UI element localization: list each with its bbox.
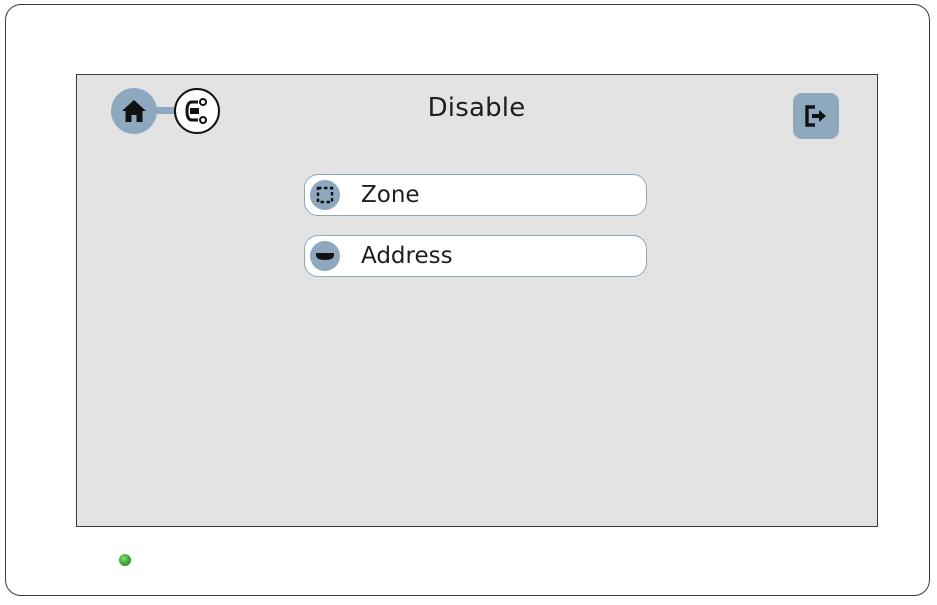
zone-dashed-square-icon [310,180,340,210]
menu-item-label: Address [361,243,453,269]
exit-button[interactable] [793,93,839,139]
exit-icon [805,105,826,127]
power-led-icon [119,554,131,566]
menu-item-zone[interactable]: Zone [304,174,647,216]
menu-item-label: Zone [361,182,420,208]
display-screen [76,74,878,527]
menu-item-address[interactable]: Address [304,235,647,277]
detector-icon [310,241,340,271]
